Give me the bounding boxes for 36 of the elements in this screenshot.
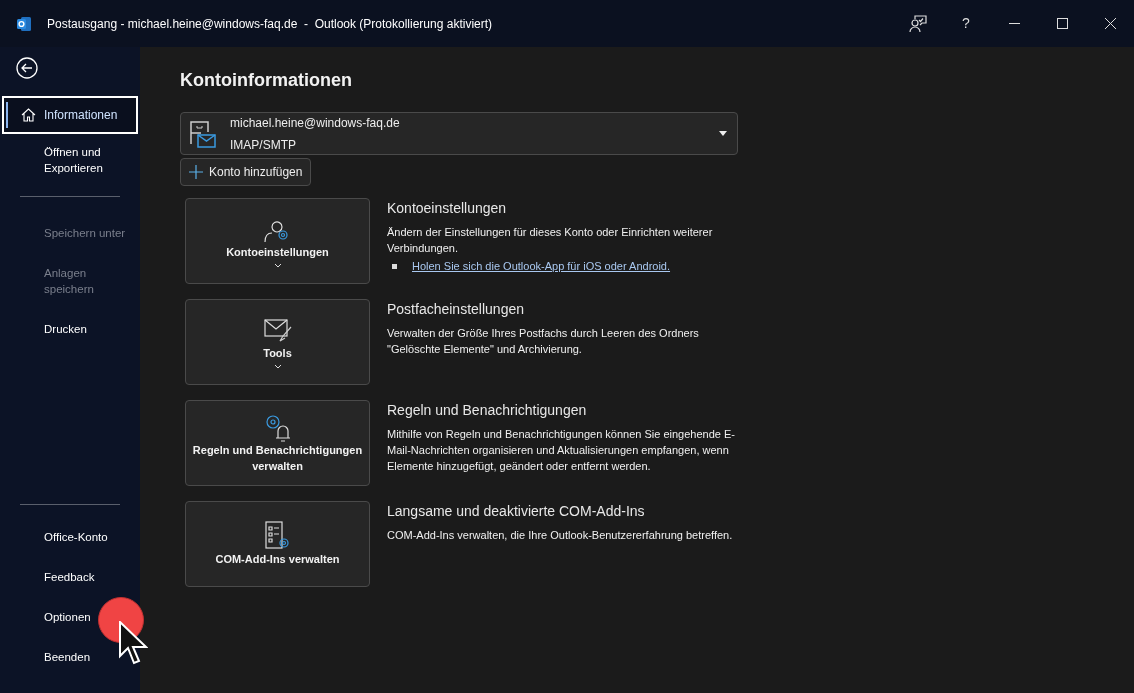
- sidebar-item[interactable]: Office-Konto: [2, 521, 138, 553]
- settings-tile-button[interactable]: COM-Add-Ins verwalten: [185, 501, 370, 587]
- home-icon: [21, 108, 36, 122]
- dropdown-arrow-icon: [719, 131, 727, 136]
- bullet-icon: [392, 263, 397, 269]
- sidebar-item[interactable]: Feedback: [2, 561, 138, 593]
- settings-tile-button[interactable]: Tools: [185, 299, 370, 385]
- sidebar-item[interactable]: Drucken: [2, 309, 138, 349]
- back-button[interactable]: [16, 57, 38, 79]
- sidebar-item[interactable]: Öffnen und Exportieren: [2, 140, 138, 180]
- plus-icon: [189, 165, 203, 179]
- sidebar-item[interactable]: Informationen: [2, 96, 138, 134]
- settings-tile-button[interactable]: Regeln und Benachrichtigungen verwalten: [185, 400, 370, 486]
- section-description: Verwalten der Größe Ihres Postfachs durch Leeren des Ordners "Gelöschte Elemente" und Archivierung.: [387, 326, 700, 357]
- account-email: michael.heine@windows-faq.de: [230, 114, 400, 132]
- mailbox-icon: [189, 119, 216, 148]
- account-type: IMAP/SMTP: [230, 136, 297, 154]
- section-description: Ändern der Einstellungen für dieses Konto oder Einrichten weiterer Verbindungen.: [387, 225, 714, 256]
- account-dropdown[interactable]: michael.heine@windows-faq.de IMAP/SMTP: [180, 112, 738, 155]
- window-title: Postausgang - michael.heine@windows-faq.de - Outlook (Protokollierung aktiviert): [47, 15, 493, 33]
- minimize-icon[interactable]: [1008, 23, 1020, 24]
- close-icon[interactable]: [1104, 18, 1116, 29]
- page-heading: Kontoinformationen: [180, 69, 353, 92]
- section-title: Kontoeinstellungen: [387, 199, 508, 218]
- section-title: Postfacheinstellungen: [387, 300, 525, 319]
- maximize-icon[interactable]: [1056, 18, 1068, 29]
- section-title: Langsame und deaktivierte COM-Add-Ins: [387, 502, 646, 521]
- section-title: Regeln und Benachrichtigungen: [387, 401, 588, 420]
- outlook-logo-icon: [16, 15, 32, 32]
- outlook-app-link[interactable]: Holen Sie sich die Outlook-App für iOS oder Android.: [412, 258, 671, 275]
- section-description: COM-Add-Ins verwalten, die Ihre Outlook-Benutzererfahrung betreffen.: [387, 528, 734, 543]
- add-account-button[interactable]: Konto hinzufügen: [180, 158, 312, 186]
- mouse-cursor-icon: [119, 621, 148, 666]
- section-description: Mithilfe von Regeln und Benachrichtigungen können Sie eingehende E-Mail-Nachrichten organisieren und Aktualisierungen empfangen, wenn Elemente hinzugefügt, geändert oder entfernt werden.: [387, 427, 736, 474]
- settings-tile-button[interactable]: Kontoeinstellungen: [185, 198, 370, 284]
- help-button[interactable]: ?: [942, 0, 990, 47]
